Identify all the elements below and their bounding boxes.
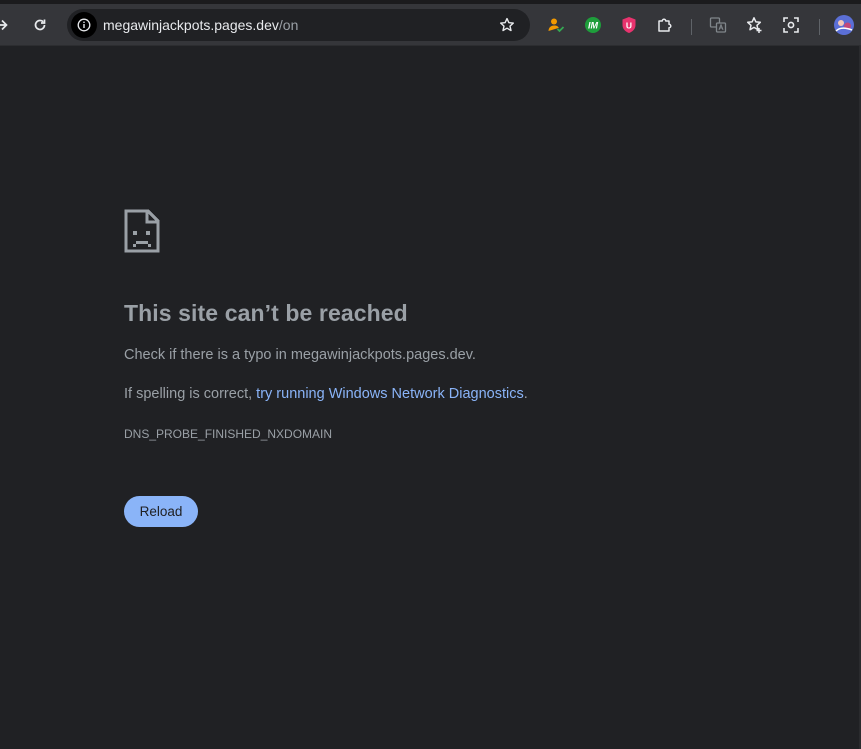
forward-icon[interactable] [0,11,16,39]
browser-toolbar: megawinjackpots.pages.dev/on IM U [0,0,861,46]
url-host: megawinjackpots.pages.dev [103,17,279,33]
network-diagnostics-link[interactable]: try running Windows Network Diagnostics [256,386,524,402]
toolbar-separator [691,19,692,35]
reload-button[interactable]: Reload [124,496,198,527]
extension-im-icon[interactable]: IM [579,11,607,39]
reading-list-star-icon[interactable] [741,11,769,39]
typo-hint: Check if there is a typo in megawinjackp… [124,347,476,363]
error-code: DNS_PROBE_FINISHED_NXDOMAIN [124,427,333,441]
diagnostics-hint: If spelling is correct, try running Wind… [124,386,528,402]
reload-icon[interactable] [26,11,54,39]
extensions-puzzle-icon[interactable] [651,11,679,39]
diagnostics-suffix: . [523,386,528,402]
extension-person-check-icon[interactable] [542,11,570,39]
extension-im-label: IM [588,21,599,31]
profile-avatar[interactable] [830,11,858,39]
bookmark-star-icon[interactable] [495,13,519,37]
address-bar[interactable]: megawinjackpots.pages.dev/on [67,9,530,41]
sad-page-icon [124,209,160,258]
translate-icon[interactable] [704,11,732,39]
toolbar-separator [819,19,820,35]
url-text[interactable]: megawinjackpots.pages.dev/on [103,17,298,33]
extension-shield-u-icon[interactable]: U [615,11,643,39]
error-title: This site can’t be reached [124,300,408,326]
screenshot-icon[interactable] [777,11,805,39]
diagnostics-prefix: If spelling is correct, [124,386,257,402]
url-path: /on [278,17,299,33]
extension-shield-label: U [626,20,632,30]
site-info-icon[interactable] [71,12,97,38]
